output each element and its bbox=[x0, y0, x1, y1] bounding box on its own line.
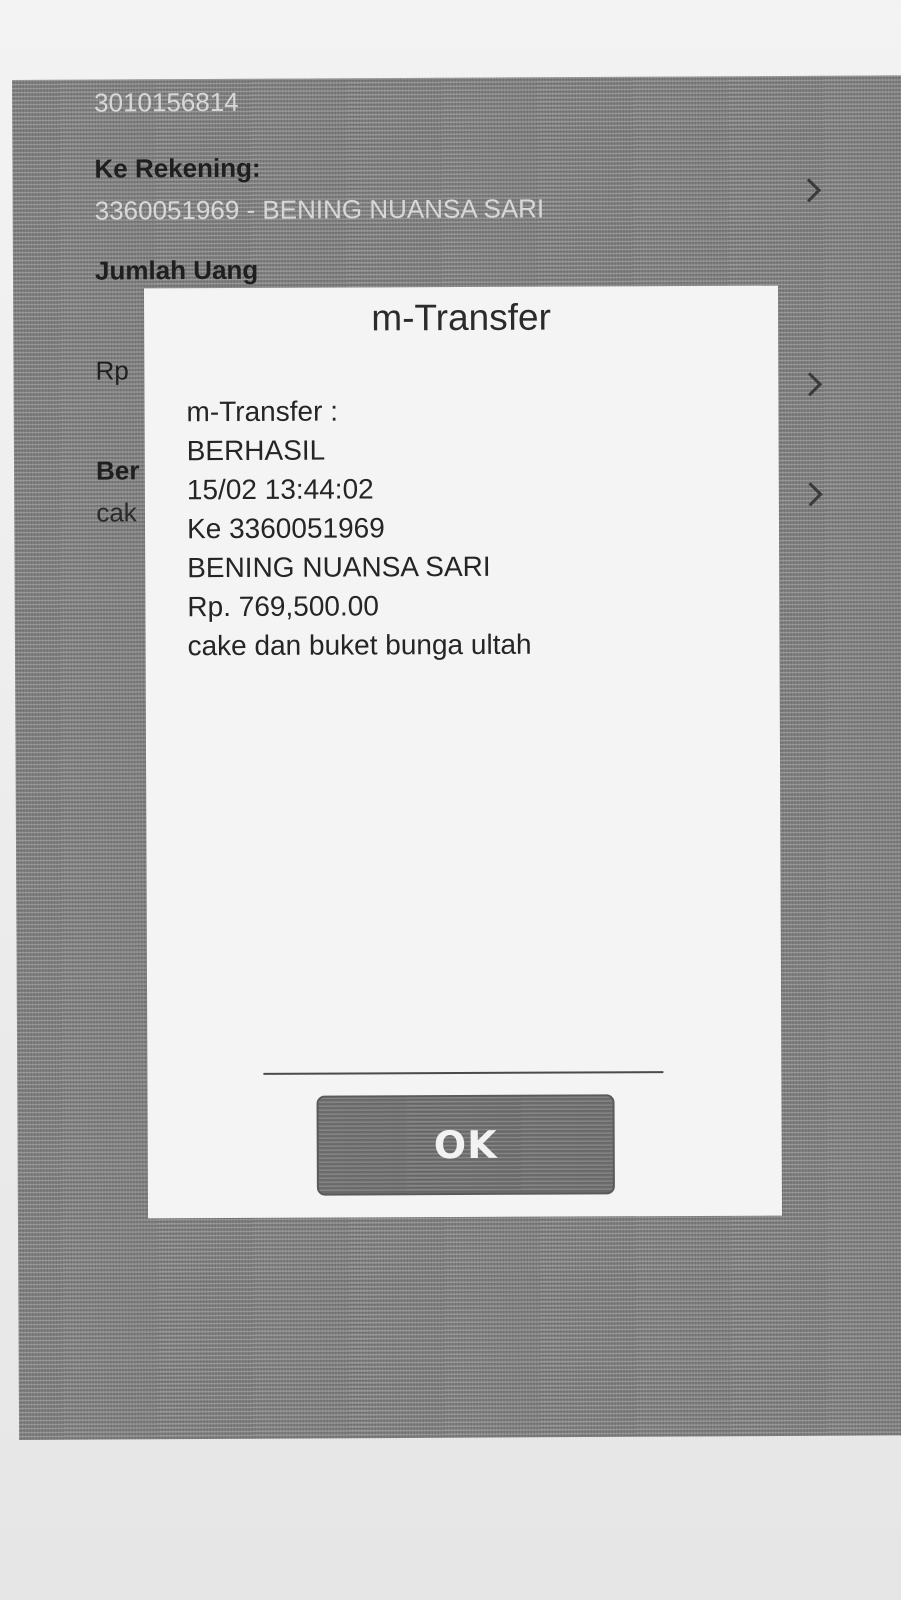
description-label: Ber bbox=[95, 455, 140, 486]
message-line-amount: Rp. 769,500.00 bbox=[187, 590, 379, 623]
message-line-note: cake dan buket bunga ultah bbox=[187, 628, 532, 662]
message-line-status: BERHASIL bbox=[186, 434, 326, 467]
message-line-recipient-name: BENING NUANSA SARI bbox=[187, 550, 491, 584]
description-value[interactable]: cak bbox=[96, 497, 137, 528]
from-account-number: 3010156814 bbox=[94, 86, 239, 118]
dialog-divider bbox=[263, 1071, 664, 1075]
message-line-service: m-Transfer : bbox=[186, 395, 339, 428]
chevron-right-icon[interactable] bbox=[798, 372, 823, 397]
to-account-label: Ke Rekening: bbox=[94, 152, 261, 184]
chevron-right-icon[interactable] bbox=[798, 482, 823, 507]
amount-prefix[interactable]: Rp bbox=[95, 355, 128, 386]
chevron-right-icon[interactable] bbox=[797, 178, 822, 203]
dialog-title: m-Transfer bbox=[371, 296, 551, 339]
message-line-destination-account: Ke 3360051969 bbox=[186, 512, 385, 545]
dialog-message: m-Transfer : BERHASIL 15/02 13:44:02 Ke … bbox=[186, 391, 531, 665]
message-line-datetime: 15/02 13:44:02 bbox=[186, 473, 374, 506]
to-account-value[interactable]: 3360051969 - BENING NUANSA SARI bbox=[95, 193, 545, 226]
ok-button-label: OK bbox=[433, 1122, 498, 1168]
ok-button[interactable]: OK bbox=[316, 1094, 615, 1196]
transfer-result-dialog: m-Transfer m-Transfer : BERHASIL 15/02 1… bbox=[143, 285, 783, 1219]
amount-label: Jumlah Uang bbox=[94, 254, 259, 286]
